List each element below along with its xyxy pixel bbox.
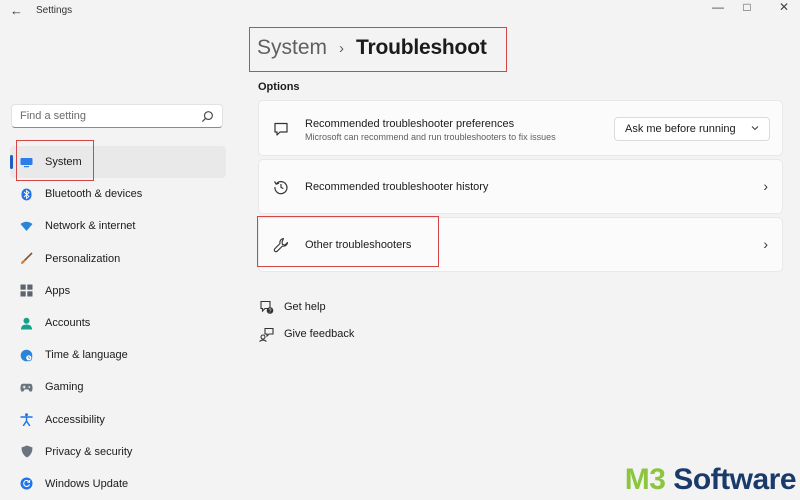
troubleshooter-preference-dropdown[interactable]: Ask me before running [614,117,770,141]
person-icon [20,317,33,330]
sidebar-item-bluetooth[interactable]: Bluetooth & devices [10,178,226,210]
sidebar-item-apps[interactable]: Apps [10,275,226,307]
wifi-icon [20,220,33,233]
sidebar-item-label: Privacy & security [45,445,133,458]
app-title: Settings [36,5,73,16]
m3-software-watermark: M3 Software [624,463,797,497]
breadcrumb-parent[interactable]: System [257,36,327,60]
card-title: Recommended troubleshooter history [305,181,489,193]
system-monitor-icon [20,156,33,169]
card-title: Other troubleshooters [305,239,412,251]
sidebar-item-label: Bluetooth & devices [45,188,143,201]
breadcrumb: System › Troubleshoot [257,36,487,60]
sidebar-item-label: Gaming [45,381,84,394]
sidebar-item-label: Accounts [45,317,91,330]
card-subtitle: Microsoft can recommend and run troubles… [305,132,556,142]
chevron-right-icon: › [763,178,768,194]
apps-icon [20,284,33,297]
card-troubleshooter-history[interactable]: Recommended troubleshooter history › [258,159,783,214]
watermark-software: Software [665,463,796,496]
sidebar-item-network[interactable]: Network & internet [10,210,226,242]
brush-icon [20,252,33,265]
sidebar-item-accessibility[interactable]: Accessibility [10,404,226,436]
sidebar-item-system[interactable]: System [10,146,226,179]
close-button[interactable]: ✕ [774,0,794,14]
give-feedback-link[interactable]: Give feedback [258,326,354,342]
svg-text:?: ? [268,308,271,314]
sidebar-item-personalization[interactable]: Personalization [10,243,226,275]
card-troubleshooter-preferences: Recommended troubleshooter preferences M… [258,100,783,156]
sidebar-item-label: Personalization [45,252,121,265]
get-help-link[interactable]: ? Get help [258,299,326,315]
sidebar-item-label: System [45,156,82,169]
sidebar-item-label: Time & language [45,349,128,362]
active-indicator [10,155,13,169]
sidebar-nav: System Bluetooth & devices Network & int… [10,146,226,500]
back-button[interactable]: ← [10,3,23,18]
maximize-button[interactable]: □ [737,0,757,14]
dropdown-value: Ask me before running [625,123,736,135]
breadcrumb-separator: › [339,39,345,57]
bluetooth-icon [20,188,33,201]
link-label: Give feedback [284,328,355,340]
search-input[interactable] [20,110,200,122]
help-chat-icon: ? [258,299,274,315]
sidebar-item-gaming[interactable]: Gaming [10,371,226,403]
card-other-troubleshooters[interactable]: Other troubleshooters › [258,217,783,272]
shield-icon [20,445,33,458]
sidebar-item-windows-update[interactable]: Windows Update [10,468,226,500]
history-icon [273,181,288,195]
card-title: Recommended troubleshooter preferences [305,118,515,130]
section-title: Options [258,81,300,93]
wrench-icon [273,237,289,253]
message-icon [274,122,288,136]
gamepad-icon [20,381,33,394]
search-icon[interactable] [201,110,214,123]
minimize-button[interactable]: — [708,0,728,14]
sidebar-item-label: Windows Update [45,477,129,490]
title-bar: ← Settings — □ ✕ [0,0,800,22]
sidebar-item-label: Network & internet [45,220,136,233]
sidebar-item-privacy-security[interactable]: Privacy & security [10,436,226,468]
sidebar-item-time-language[interactable]: Time & language [10,339,226,371]
chevron-down-icon [751,126,759,131]
sidebar-item-label: Accessibility [45,413,105,426]
chevron-right-icon: › [763,236,768,252]
feedback-icon [258,326,274,342]
page-title: Troubleshoot [356,36,487,59]
search-box[interactable] [11,104,223,128]
link-label: Get help [284,301,326,313]
accessibility-icon [20,413,33,427]
sidebar-item-label: Apps [45,284,71,297]
sidebar-item-accounts[interactable]: Accounts [10,307,226,339]
watermark-m3: M3 [624,463,666,496]
update-icon [20,477,33,490]
globe-clock-icon [20,349,33,362]
